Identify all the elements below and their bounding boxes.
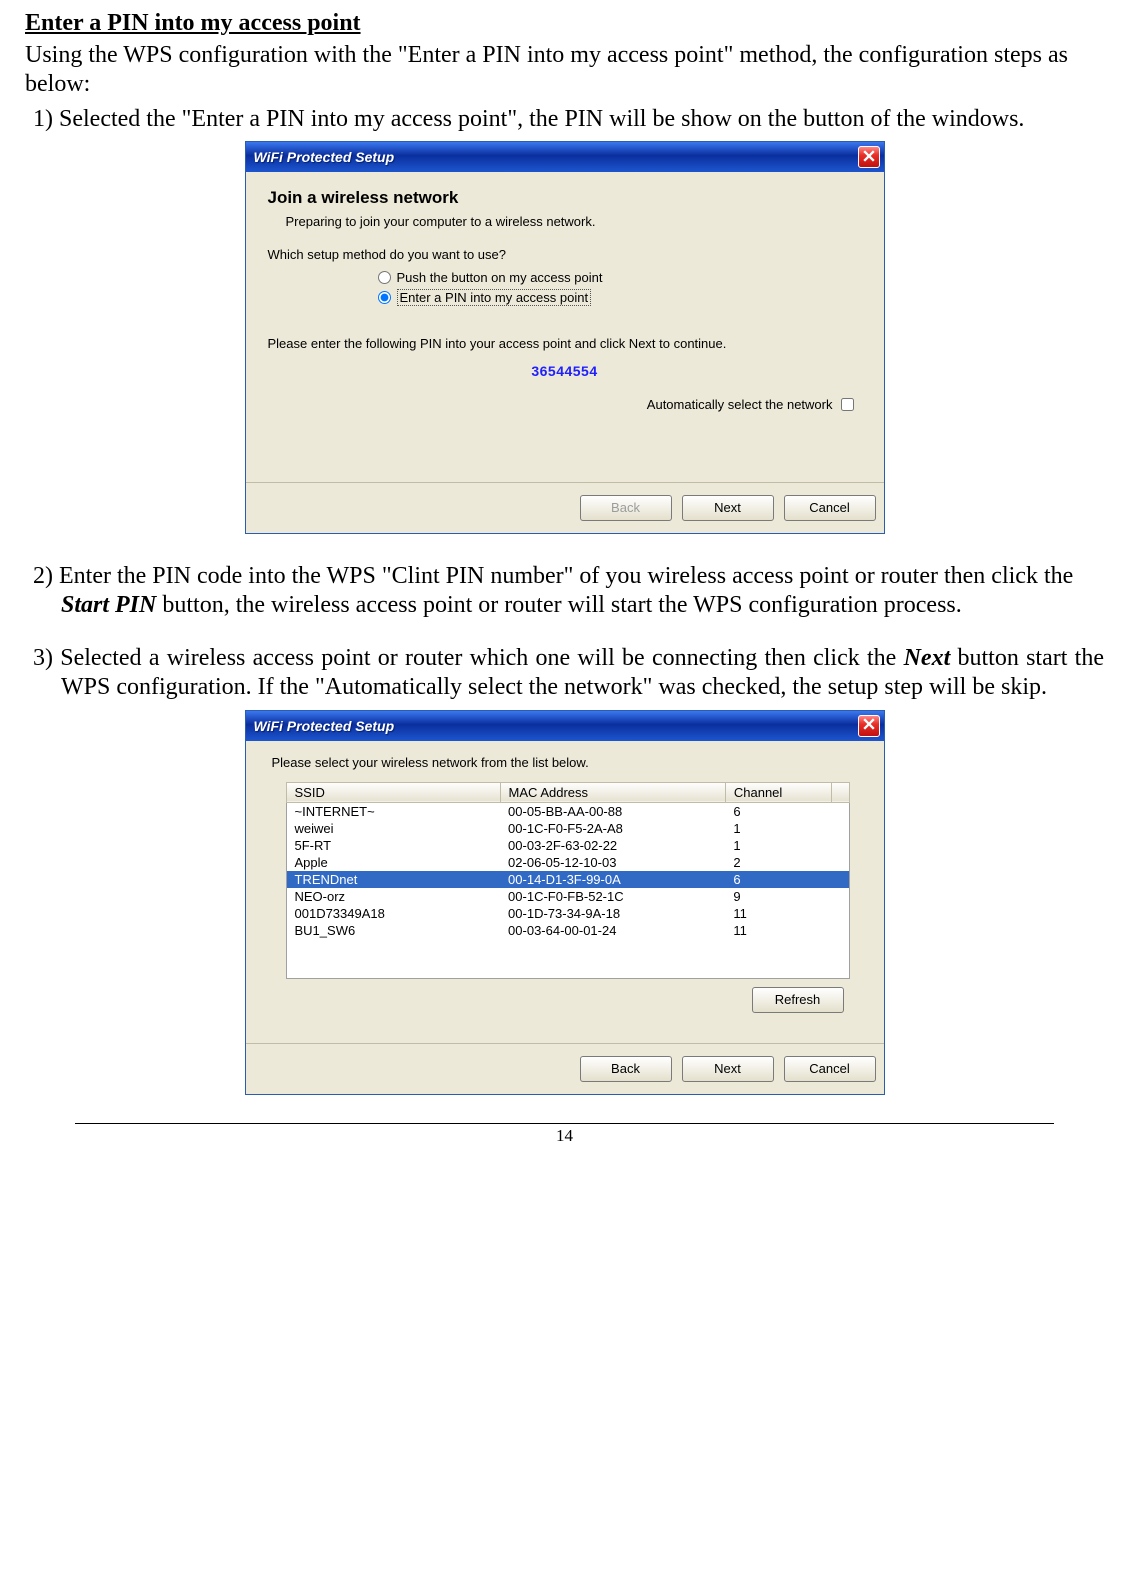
cell-chan: 6 bbox=[725, 802, 831, 820]
cell-mac: 00-1D-73-34-9A-18 bbox=[500, 905, 725, 922]
close-button[interactable] bbox=[858, 146, 880, 168]
titlebar-text: WiFi Protected Setup bbox=[254, 718, 858, 734]
cell-chan: 2 bbox=[725, 854, 831, 871]
radio-pin-input[interactable] bbox=[378, 291, 391, 304]
table-row[interactable]: TRENDnet00-14-D1-3F-99-0A6 bbox=[286, 871, 849, 888]
radio-push-input[interactable] bbox=[378, 271, 391, 284]
cell-chan: 9 bbox=[725, 888, 831, 905]
close-button[interactable] bbox=[858, 715, 880, 737]
intro-text: Using the WPS configuration with the "En… bbox=[25, 41, 1104, 99]
setup-method-question: Which setup method do you want to use? bbox=[268, 247, 862, 262]
table-row[interactable]: Apple02-06-05-12-10-032 bbox=[286, 854, 849, 871]
cell-mac: 00-1C-F0-F5-2A-A8 bbox=[500, 820, 725, 837]
cancel-button[interactable]: Cancel bbox=[784, 495, 876, 521]
cell-mac: 00-14-D1-3F-99-0A bbox=[500, 871, 725, 888]
cell-ssid: TRENDnet bbox=[286, 871, 500, 888]
radio-enter-pin[interactable]: Enter a PIN into my access point bbox=[378, 289, 862, 306]
step-3: 3) Selected a wireless access point or r… bbox=[25, 644, 1104, 702]
wps-dialog-pin: WiFi Protected Setup Join a wireless net… bbox=[245, 141, 885, 534]
radio-pin-label: Enter a PIN into my access point bbox=[397, 289, 592, 306]
cell-mac: 00-03-2F-63-02-22 bbox=[500, 837, 725, 854]
titlebar: WiFi Protected Setup bbox=[246, 142, 884, 172]
cell-ssid: ~INTERNET~ bbox=[286, 802, 500, 820]
network-table: SSID MAC Address Channel ~INTERNET~00-05… bbox=[286, 782, 850, 980]
cell-ssid: Apple bbox=[286, 854, 500, 871]
cell-chan: 11 bbox=[725, 922, 831, 939]
step-2-text-b: button, the wireless access point or rou… bbox=[156, 592, 961, 618]
page-number: 14 bbox=[75, 1123, 1054, 1146]
step-1-number: 1) bbox=[33, 106, 53, 132]
col-mac[interactable]: MAC Address bbox=[500, 782, 725, 802]
cell-chan: 1 bbox=[725, 837, 831, 854]
table-row[interactable]: NEO-orz00-1C-F0-FB-52-1C9 bbox=[286, 888, 849, 905]
cell-mac: 00-03-64-00-01-24 bbox=[500, 922, 725, 939]
back-button[interactable]: Back bbox=[580, 1056, 672, 1082]
start-pin-emphasis: Start PIN bbox=[61, 592, 156, 618]
button-bar: Back Next Cancel bbox=[246, 1043, 884, 1094]
cell-chan: 6 bbox=[725, 871, 831, 888]
cell-ssid: weiwei bbox=[286, 820, 500, 837]
step-2-number: 2) bbox=[33, 563, 53, 589]
section-heading: Enter a PIN into my access point bbox=[25, 10, 1104, 37]
cell-mac: 00-1C-F0-FB-52-1C bbox=[500, 888, 725, 905]
join-subtitle: Preparing to join your computer to a wir… bbox=[286, 214, 862, 229]
table-row[interactable]: 001D73349A1800-1D-73-34-9A-1811 bbox=[286, 905, 849, 922]
button-bar: Back Next Cancel bbox=[246, 482, 884, 533]
close-icon bbox=[863, 718, 875, 733]
auto-select-label: Automatically select the network bbox=[647, 397, 833, 412]
step-2-text-a: Enter the PIN code into the WPS "Clint P… bbox=[59, 563, 1073, 589]
step-1: 1) Selected the "Enter a PIN into my acc… bbox=[25, 105, 1104, 134]
cell-ssid: BU1_SW6 bbox=[286, 922, 500, 939]
auto-select-checkbox[interactable] bbox=[841, 398, 854, 411]
table-row[interactable]: 5F-RT00-03-2F-63-02-221 bbox=[286, 837, 849, 854]
cell-chan: 1 bbox=[725, 820, 831, 837]
cancel-button[interactable]: Cancel bbox=[784, 1056, 876, 1082]
step-3-text-a: Selected a wireless access point or rout… bbox=[60, 645, 903, 671]
next-button[interactable]: Next bbox=[682, 495, 774, 521]
titlebar: WiFi Protected Setup bbox=[246, 711, 884, 741]
refresh-button[interactable]: Refresh bbox=[752, 987, 844, 1013]
cell-ssid: 001D73349A18 bbox=[286, 905, 500, 922]
join-title: Join a wireless network bbox=[268, 188, 862, 208]
wps-dialog-network-list: WiFi Protected Setup Please select your … bbox=[245, 710, 885, 1096]
step-1-text: Selected the "Enter a PIN into my access… bbox=[59, 106, 1024, 132]
cell-mac: 00-05-BB-AA-00-88 bbox=[500, 802, 725, 820]
pin-value: 36544554 bbox=[268, 363, 862, 379]
cell-mac: 02-06-05-12-10-03 bbox=[500, 854, 725, 871]
pin-instruction: Please enter the following PIN into your… bbox=[268, 336, 862, 351]
next-button[interactable]: Next bbox=[682, 1056, 774, 1082]
next-emphasis: Next bbox=[904, 645, 951, 671]
col-channel[interactable]: Channel bbox=[725, 782, 831, 802]
step-2: 2) Enter the PIN code into the WPS "Clin… bbox=[25, 562, 1104, 620]
network-list-instruction: Please select your wireless network from… bbox=[272, 755, 862, 770]
cell-ssid: NEO-orz bbox=[286, 888, 500, 905]
table-row[interactable]: weiwei00-1C-F0-F5-2A-A81 bbox=[286, 820, 849, 837]
col-ssid[interactable]: SSID bbox=[286, 782, 500, 802]
table-row[interactable]: BU1_SW600-03-64-00-01-2411 bbox=[286, 922, 849, 939]
col-scroll bbox=[831, 782, 849, 802]
close-icon bbox=[863, 150, 875, 165]
table-row[interactable]: ~INTERNET~00-05-BB-AA-00-886 bbox=[286, 802, 849, 820]
back-button: Back bbox=[580, 495, 672, 521]
cell-ssid: 5F-RT bbox=[286, 837, 500, 854]
titlebar-text: WiFi Protected Setup bbox=[254, 149, 858, 165]
radio-push-label: Push the button on my access point bbox=[397, 270, 603, 285]
radio-push-button[interactable]: Push the button on my access point bbox=[378, 270, 862, 285]
step-3-number: 3) bbox=[33, 645, 53, 671]
cell-chan: 11 bbox=[725, 905, 831, 922]
